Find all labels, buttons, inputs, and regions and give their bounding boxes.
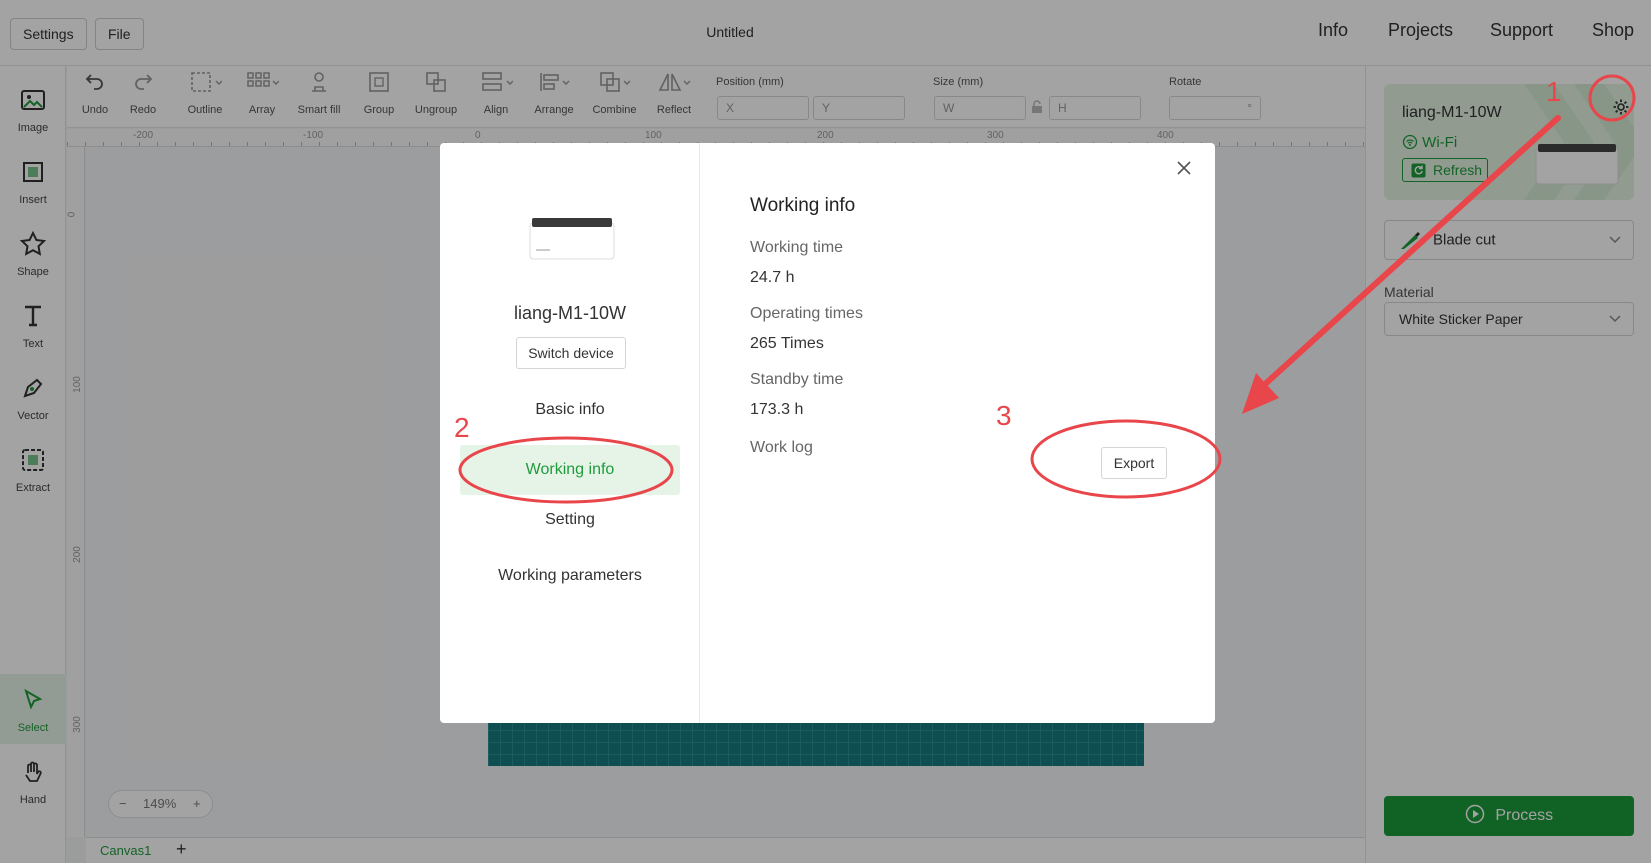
work-log-label: Work log: [750, 439, 813, 456]
device-image: [529, 218, 615, 260]
menu-basic-info[interactable]: Basic info: [440, 401, 700, 419]
standby-time-value: 173.3 h: [750, 401, 804, 418]
menu-working-info[interactable]: Working info: [460, 445, 680, 495]
close-icon[interactable]: [1173, 157, 1195, 179]
menu-setting[interactable]: Setting: [440, 511, 700, 529]
annotation-number-2: 2: [454, 412, 470, 443]
annotation-number-3: 3: [996, 400, 1012, 431]
dialog-title: Working info: [750, 195, 856, 216]
export-button[interactable]: Export: [1101, 447, 1167, 479]
annotation-number-1: 1: [1546, 76, 1562, 107]
operating-times-label: Operating times: [750, 305, 863, 322]
working-time-value: 24.7 h: [750, 269, 795, 286]
switch-device-button[interactable]: Switch device: [516, 337, 626, 369]
dialog-device-name: liang-M1-10W: [513, 303, 627, 323]
operating-times-value: 265 Times: [750, 335, 824, 352]
menu-working-parameters[interactable]: Working parameters: [440, 567, 700, 585]
working-time-label: Working time: [750, 239, 844, 256]
dialog-sidebar: liang-M1-10W Switch device Basic info Wo…: [440, 143, 700, 723]
device-info-dialog: liang-M1-10W Switch device Basic info Wo…: [440, 143, 1215, 723]
standby-time-label: Standby time: [750, 371, 844, 388]
